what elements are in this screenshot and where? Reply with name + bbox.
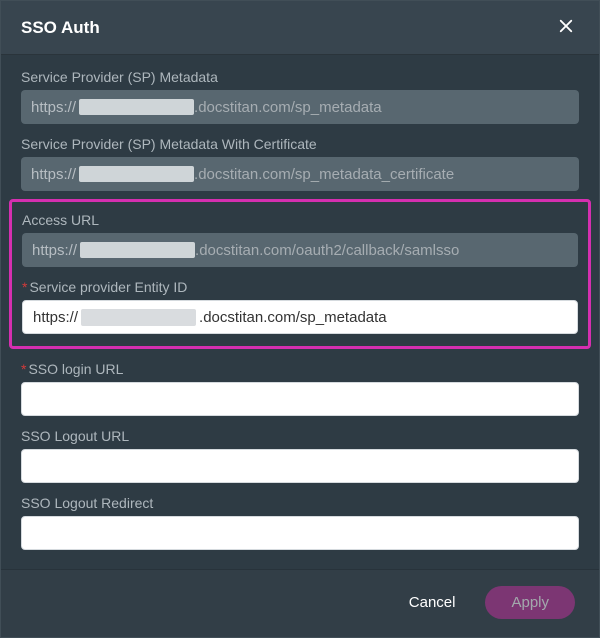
modal-title: SSO Auth: [21, 18, 100, 38]
modal-footer: Cancel Apply: [1, 569, 599, 637]
redacted-segment: [79, 99, 194, 115]
access-url-value: https:// .docstitan.com/oauth2/callback/…: [22, 233, 578, 267]
field-sso-logout-url: SSO Logout URL: [21, 428, 579, 483]
access-url-prefix: https://: [32, 242, 77, 259]
close-button[interactable]: [553, 13, 579, 42]
sso-login-url-label: *SSO login URL: [21, 361, 579, 377]
entity-id-value-prefix: https://: [33, 309, 78, 326]
sp-metadata-label: Service Provider (SP) Metadata: [21, 69, 579, 85]
close-icon: [557, 17, 575, 38]
field-entity-id: *Service provider Entity ID https:// .do…: [22, 279, 578, 334]
field-sso-login-url: *SSO login URL: [21, 361, 579, 416]
apply-button[interactable]: Apply: [485, 586, 575, 619]
entity-id-input[interactable]: https:// .docstitan.com/sp_metadata: [22, 300, 578, 334]
field-sp-metadata-cert: Service Provider (SP) Metadata With Cert…: [21, 136, 579, 191]
field-access-url: Access URL https:// .docstitan.com/oauth…: [22, 212, 578, 267]
sso-logout-redirect-input[interactable]: [21, 516, 579, 550]
field-sso-logout-redirect: SSO Logout Redirect: [21, 495, 579, 550]
sso-auth-modal: SSO Auth Service Provider (SP) Metadata …: [0, 0, 600, 638]
sp-metadata-cert-prefix: https://: [31, 166, 76, 183]
access-url-suffix: .docstitan.com/oauth2/callback/samlsso: [195, 242, 459, 259]
modal-body: Service Provider (SP) Metadata https:// …: [1, 55, 599, 569]
sp-metadata-cert-value: https:// .docstitan.com/sp_metadata_cert…: [21, 157, 579, 191]
sp-metadata-value: https:// .docstitan.com/sp_metadata: [21, 90, 579, 124]
redacted-segment: [81, 309, 196, 326]
entity-id-label: *Service provider Entity ID: [22, 279, 578, 295]
highlighted-section: Access URL https:// .docstitan.com/oauth…: [9, 199, 591, 349]
modal-header: SSO Auth: [1, 1, 599, 55]
redacted-segment: [79, 166, 194, 182]
access-url-label: Access URL: [22, 212, 578, 228]
sso-login-url-label-text: SSO login URL: [28, 361, 123, 377]
cancel-button[interactable]: Cancel: [397, 586, 468, 619]
entity-id-value-suffix: .docstitan.com/sp_metadata: [199, 309, 387, 326]
sso-logout-url-input[interactable]: [21, 449, 579, 483]
sp-metadata-prefix: https://: [31, 99, 76, 116]
sso-logout-url-label: SSO Logout URL: [21, 428, 579, 444]
sp-metadata-cert-suffix: .docstitan.com/sp_metadata_certificate: [194, 166, 454, 183]
sp-metadata-cert-label: Service Provider (SP) Metadata With Cert…: [21, 136, 579, 152]
required-marker: *: [22, 279, 27, 295]
sp-metadata-suffix: .docstitan.com/sp_metadata: [194, 99, 382, 116]
sso-login-url-input[interactable]: [21, 382, 579, 416]
required-marker: *: [21, 361, 26, 377]
field-sp-metadata: Service Provider (SP) Metadata https:// …: [21, 69, 579, 124]
entity-id-label-text: Service provider Entity ID: [29, 279, 187, 295]
redacted-segment: [80, 242, 195, 258]
sso-logout-redirect-label: SSO Logout Redirect: [21, 495, 579, 511]
